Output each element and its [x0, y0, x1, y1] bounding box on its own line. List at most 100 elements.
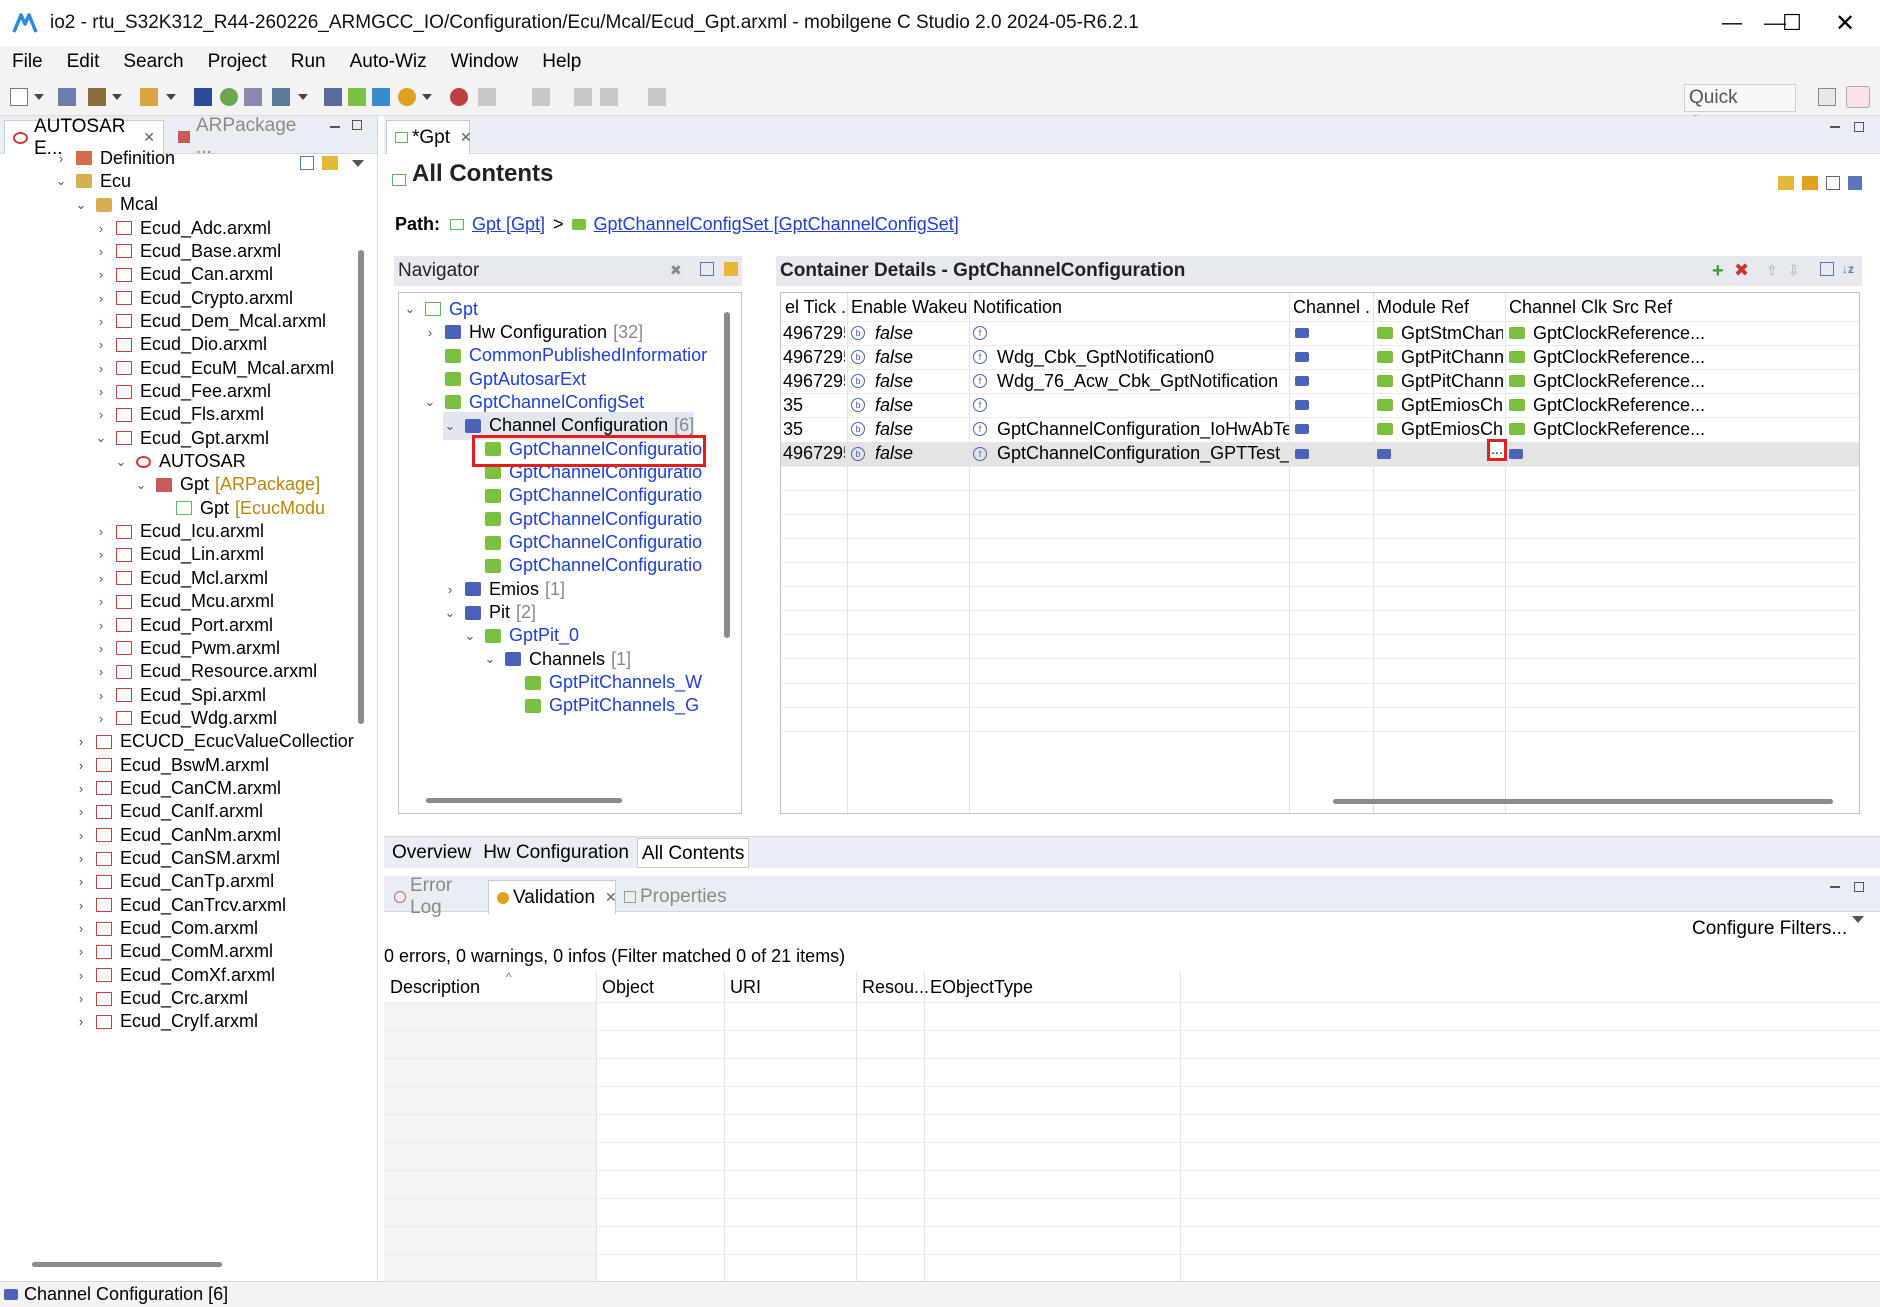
expand-arrow-icon[interactable]: ›: [74, 944, 88, 959]
maximize-panel-icon[interactable]: [1854, 882, 1864, 892]
expand-arrow-icon[interactable]: ›: [94, 361, 108, 376]
minimize-editor-icon[interactable]: [1830, 126, 1840, 128]
expand-arrow-icon[interactable]: ›: [54, 151, 68, 166]
collapse-icon[interactable]: [700, 262, 714, 276]
menu-search[interactable]: Search: [123, 51, 183, 73]
quick-access-field[interactable]: Quick Access: [1684, 84, 1796, 134]
expand-arrow-icon[interactable]: ›: [94, 547, 108, 562]
home-icon[interactable]: [1826, 176, 1840, 190]
expand-arrow-icon[interactable]: ⌄: [463, 628, 477, 644]
new-icon[interactable]: [10, 88, 28, 106]
validation-column-header[interactable]: EObjectType: [924, 972, 1050, 1002]
menu-help[interactable]: Help: [542, 51, 581, 73]
expand-arrow-icon[interactable]: ›: [94, 314, 108, 329]
expand-arrow-icon[interactable]: ›: [94, 618, 108, 633]
export-dropdown-icon[interactable]: [298, 94, 308, 100]
tab-validation[interactable]: Validation ✕: [488, 880, 617, 914]
details-horizontal-scrollbar[interactable]: [1333, 799, 1833, 804]
channel-cell[interactable]: [1295, 440, 1371, 468]
collapse-arrow-icon[interactable]: ⌄: [114, 454, 128, 470]
column-divider[interactable]: [924, 972, 925, 1281]
move-up-icon[interactable]: ⇧: [1766, 262, 1778, 279]
column-divider[interactable]: [1505, 293, 1506, 813]
validate-dropdown-icon[interactable]: [422, 94, 432, 100]
expand-arrow-icon[interactable]: ⌄: [443, 605, 457, 621]
expand-arrow-icon[interactable]: ›: [94, 664, 108, 679]
template-icon[interactable]: [194, 88, 212, 106]
expand-arrow-icon[interactable]: ›: [94, 337, 108, 352]
navigator-horizontal-scrollbar[interactable]: [426, 798, 622, 803]
expand-arrow-icon[interactable]: ›: [94, 221, 108, 236]
debug-icon[interactable]: [450, 88, 468, 106]
prev-annotation-icon[interactable]: [532, 88, 550, 106]
tab-all-contents[interactable]: All Contents: [636, 837, 750, 868]
validation-column-header[interactable]: Resou...: [856, 972, 929, 1002]
expand-arrow-icon[interactable]: ›: [94, 267, 108, 282]
expand-arrow-icon[interactable]: ›: [74, 828, 88, 843]
minimize-view-icon[interactable]: [330, 126, 340, 128]
expand-arrow-icon[interactable]: ›: [74, 851, 88, 866]
left-horizontal-scrollbar[interactable]: [32, 1262, 222, 1267]
menu-window[interactable]: Window: [451, 51, 519, 73]
view-menu-icon[interactable]: [352, 160, 364, 167]
column-divider[interactable]: [1373, 293, 1374, 813]
validation-column-header[interactable]: Description: [384, 972, 596, 1002]
last-edit-icon[interactable]: [574, 88, 592, 106]
settings-icon[interactable]: [1848, 176, 1862, 190]
build-dropdown-icon[interactable]: [112, 94, 122, 100]
import-icon[interactable]: [244, 88, 262, 106]
swap-icon[interactable]: [1802, 176, 1818, 190]
minimize-button[interactable]: —: [1702, 0, 1762, 46]
expand-arrow-icon[interactable]: ›: [94, 291, 108, 306]
sort-ascending-icon[interactable]: ^: [506, 970, 512, 984]
expand-arrow-icon[interactable]: ›: [74, 734, 88, 749]
column-header[interactable]: Notification: [973, 293, 1287, 321]
table-settings-icon[interactable]: [1820, 262, 1834, 276]
move-down-icon[interactable]: ⇩: [1788, 262, 1800, 279]
open-perspective-icon[interactable]: [1818, 88, 1836, 106]
expand-arrow-icon[interactable]: ›: [74, 991, 88, 1006]
browse-reference-button[interactable]: ...: [1487, 439, 1507, 461]
maximize-editor-icon[interactable]: [1854, 122, 1864, 132]
validation-column-header[interactable]: URI: [724, 972, 856, 1002]
tick-cell[interactable]: 4967295: [783, 440, 845, 468]
column-header[interactable]: el Tick ...: [785, 293, 845, 321]
expand-arrow-icon[interactable]: ›: [94, 571, 108, 586]
menu-project[interactable]: Project: [208, 51, 267, 73]
container-icon[interactable]: [348, 88, 366, 106]
new-dropdown-icon[interactable]: [34, 94, 44, 100]
menu-auto-wiz[interactable]: Auto-Wiz: [350, 51, 427, 73]
navigator-vertical-scrollbar[interactable]: [724, 312, 730, 638]
configure-filters-button[interactable]: Configure Filters...: [1692, 918, 1847, 940]
wakeup-cell[interactable]: b false: [851, 440, 969, 468]
column-divider[interactable]: [1289, 293, 1290, 813]
tab-error-log[interactable]: Error Log: [386, 875, 488, 918]
expand-arrow-icon[interactable]: ⌄: [403, 301, 417, 317]
close-icon[interactable]: ✕: [460, 129, 472, 146]
save-icon[interactable]: [58, 88, 76, 106]
expand-arrow-icon[interactable]: ›: [74, 874, 88, 889]
expand-arrow-icon[interactable]: ›: [94, 524, 108, 539]
expand-arrow-icon[interactable]: ›: [74, 898, 88, 913]
notification-cell[interactable]: f GptChannelConfiguration_GPTTest_Cbk: [973, 440, 1289, 468]
expand-arrow-icon[interactable]: ›: [94, 407, 108, 422]
next-annotation-icon[interactable]: [478, 88, 496, 106]
filter-menu-icon[interactable]: [1852, 916, 1864, 923]
build-icon[interactable]: [88, 88, 106, 106]
expand-arrow-icon[interactable]: ›: [74, 1014, 88, 1029]
link-with-editor-icon[interactable]: [322, 156, 338, 170]
path-link-channel-config-set[interactable]: GptChannelConfigSet [GptChannelConfigSet…: [594, 214, 959, 235]
tool-icon[interactable]: [140, 88, 158, 106]
column-divider[interactable]: [969, 293, 970, 813]
expand-arrow-icon[interactable]: ›: [94, 711, 108, 726]
expand-arrow-icon[interactable]: ›: [94, 688, 108, 703]
column-divider[interactable]: [596, 972, 597, 1281]
tab-overview[interactable]: Overview: [388, 838, 475, 868]
column-header[interactable]: Channel ...: [1293, 293, 1371, 321]
expand-arrow-icon[interactable]: ›: [94, 594, 108, 609]
validation-column-header[interactable]: Object: [596, 972, 724, 1002]
navigator-item[interactable]: GptPitChannels_G: [503, 692, 699, 720]
expand-arrow-icon[interactable]: ⌄: [443, 418, 457, 434]
add-icon[interactable]: +: [1712, 260, 1724, 283]
left-vertical-scrollbar[interactable]: [358, 250, 364, 724]
